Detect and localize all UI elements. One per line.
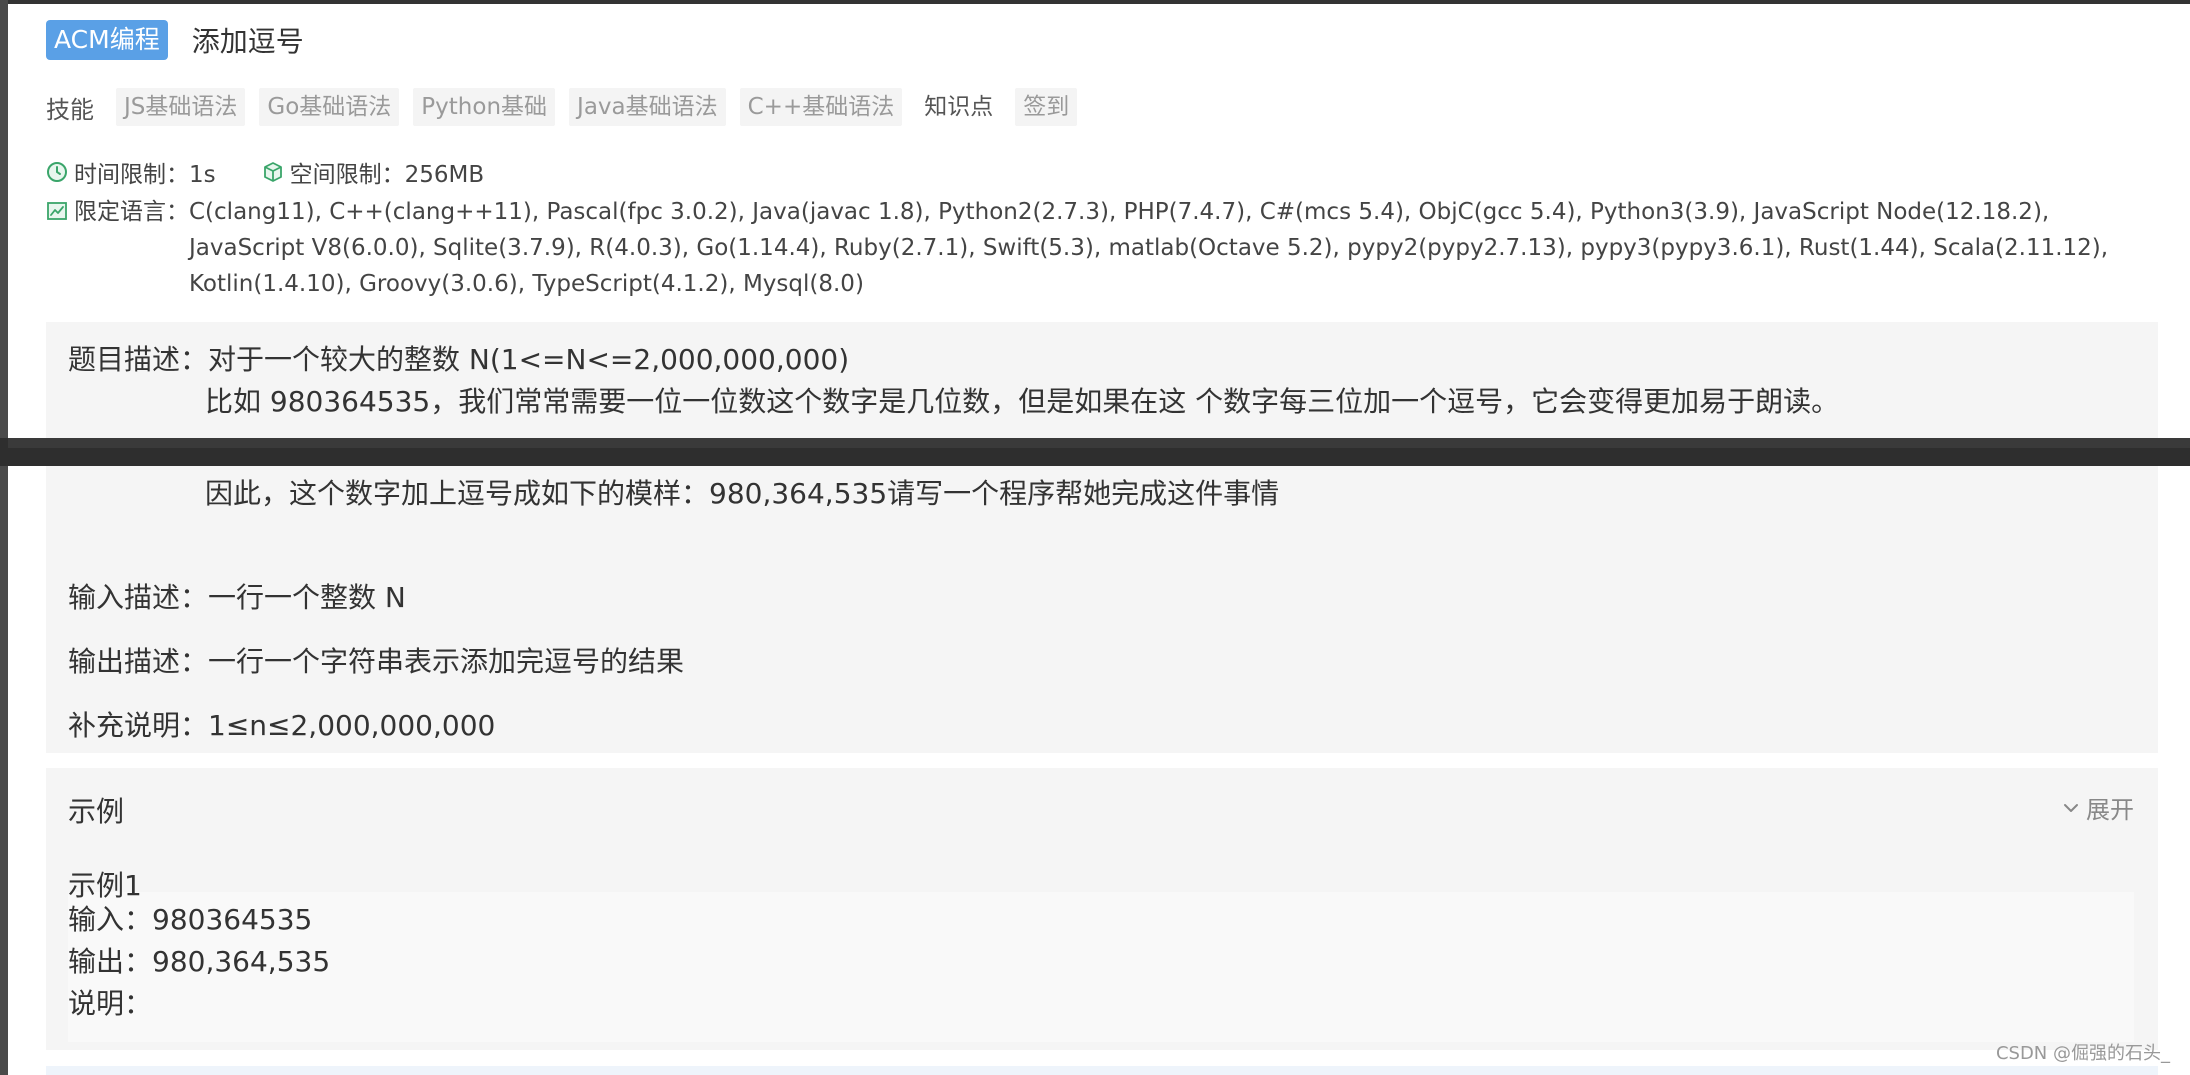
clock-icon — [47, 162, 67, 182]
limits-row: 时间限制：1s 空间限制：256MB — [46, 156, 530, 188]
description-line-2: 比如 980364535，我们常常需要一位一位数这个数字是几位数，但是如果在这 … — [205, 385, 1840, 418]
description-line-1: 题目描述：对于一个较大的整数 N(1<=N<=2,000,000,000) — [68, 343, 850, 376]
watermark: CSDN @倔强的石头_ — [1995, 1043, 2170, 1064]
window-top-edge — [0, 0, 2190, 4]
description-line-3: 因此，这个数字加上逗号成如下的模样：980,364,535请写一个程序帮她完成这… — [205, 477, 1280, 510]
language-label: 限定语言： — [46, 194, 189, 302]
space-limit: 空间限制：256MB — [262, 155, 485, 189]
description-panel-continued: 因此，这个数字加上逗号成如下的模样：980,364,535请写一个程序帮她完成这… — [46, 466, 2158, 753]
knowledge-label: 知识点 — [924, 94, 994, 120]
screenshot-frame: ACM编程 添加逗号 技能 JS基础语法 Go基础语法 Python基础 Jav… — [0, 0, 2190, 1075]
tag-java[interactable]: Java基础语法 — [569, 88, 726, 126]
expand-button[interactable]: 展开 — [2062, 790, 2134, 825]
output-description: 输出描述：一行一个字符串表示添加完逗号的结果 — [68, 645, 685, 678]
language-list: C(clang11), C++(clang++11), Pascal(fpc 3… — [189, 199, 2109, 297]
expand-label: 展开 — [2086, 796, 2134, 824]
time-limit: 时间限制：1s — [46, 155, 216, 189]
window-left-edge — [0, 466, 8, 1075]
chevron-down-icon — [2064, 803, 2078, 812]
tag-signin[interactable]: 签到 — [1015, 88, 1078, 126]
skills-label: 技能 — [46, 95, 94, 124]
example-input: 输入：980364535 — [68, 903, 313, 936]
screenshot-divider-shadow — [8, 438, 2190, 448]
tag-js[interactable]: JS基础语法 — [116, 88, 246, 126]
example-panel: 示例 展开 示例1 输入：980364535 输出：980,364,535 说明… — [46, 768, 2158, 1050]
example-output: 输出：980,364,535 — [68, 945, 331, 978]
cube-icon — [263, 162, 282, 182]
space-limit-text: 空间限制：256MB — [289, 162, 485, 188]
time-limit-text: 时间限制：1s — [74, 162, 216, 188]
example-case-box — [68, 892, 2134, 1042]
problem-title: 添加逗号 — [191, 25, 304, 58]
acm-badge[interactable]: ACM编程 — [46, 20, 168, 60]
input-description: 输入描述：一行一个整数 N — [68, 581, 406, 614]
chart-icon — [47, 202, 67, 220]
tag-go[interactable]: Go基础语法 — [259, 88, 400, 126]
next-section-edge — [46, 1066, 2158, 1075]
example-title: 示例 — [68, 795, 125, 828]
tag-cpp[interactable]: C++基础语法 — [739, 88, 903, 126]
supplementary-note: 补充说明：1≤n≤2,000,000,000 — [68, 709, 496, 742]
language-label-text: 限定语言： — [74, 199, 189, 225]
problem-header: ACM编程 添加逗号 — [46, 20, 304, 60]
skill-tags: 技能 JS基础语法 Go基础语法 Python基础 Java基础语法 C++基础… — [46, 88, 1091, 126]
example-explain: 说明： — [68, 987, 153, 1020]
description-panel: 题目描述：对于一个较大的整数 N(1<=N<=2,000,000,000) 比如… — [46, 322, 2158, 438]
window-left-edge — [0, 0, 8, 438]
tag-python[interactable]: Python基础 — [413, 88, 556, 126]
language-limit: 限定语言： C(clang11), C++(clang++11), Pascal… — [46, 194, 2116, 302]
